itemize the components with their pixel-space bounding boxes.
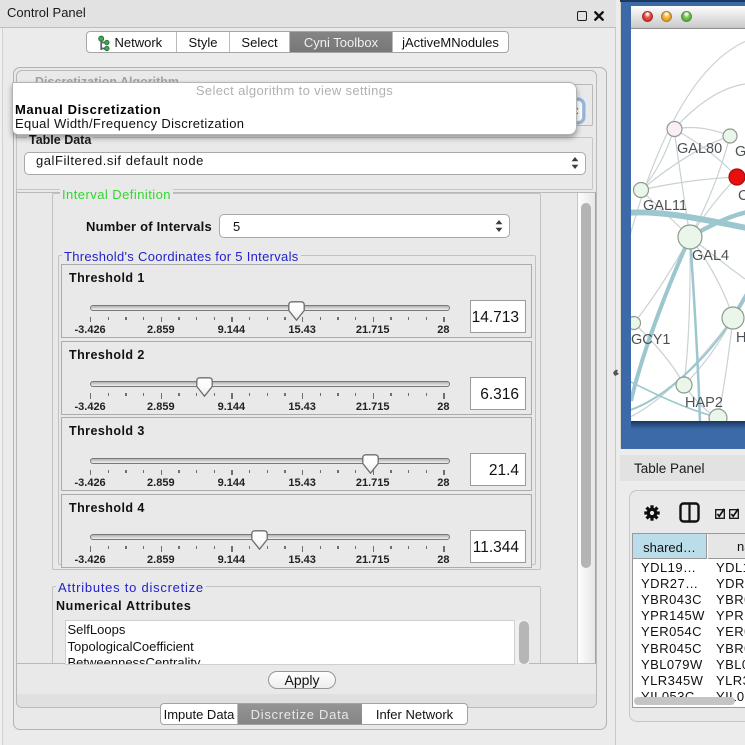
svg-text:GAL4: GAL4	[692, 248, 729, 264]
svg-text:GAL80: GAL80	[677, 141, 722, 157]
svg-text:HAP2: HAP2	[685, 395, 723, 411]
svg-text:C: C	[738, 188, 745, 204]
svg-text:H: H	[736, 330, 745, 346]
svg-text:GCY1: GCY1	[631, 332, 671, 348]
svg-text:GA: GA	[735, 144, 745, 160]
svg-text:GAL11: GAL11	[643, 198, 687, 214]
